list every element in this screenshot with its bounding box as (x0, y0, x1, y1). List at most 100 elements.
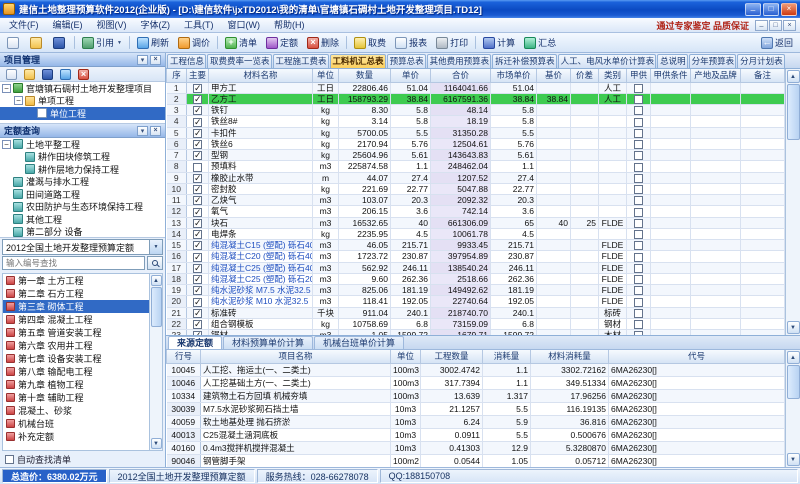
chapter-item[interactable]: 第三章 砌体工程 (3, 300, 149, 313)
sheet-tab[interactable]: 工程信息 (167, 54, 206, 68)
scroll-thumb[interactable] (787, 84, 800, 140)
main-flag-checkbox[interactable] (193, 118, 202, 127)
search-button[interactable] (147, 256, 163, 270)
owner-supply-checkbox[interactable] (634, 106, 643, 115)
chapter-item[interactable]: 第二章 石方工程 (3, 287, 149, 300)
owner-supply-checkbox[interactable] (634, 309, 643, 318)
main-flag-checkbox[interactable] (193, 84, 202, 93)
column-header[interactable]: 基价 (537, 69, 571, 82)
owner-supply-checkbox[interactable] (634, 208, 643, 217)
combo-dropdown-icon[interactable] (149, 240, 162, 254)
material-row[interactable]: 23 锯材 m3 1.05 1599.72 1679.71 1599.72 (167, 330, 785, 336)
source-quota-row[interactable]: 40059 软土地基处理 抛石挤淤 10m3 6.24 5.9 36.816 6… (167, 415, 785, 428)
auto-find-checkbox[interactable] (5, 455, 14, 464)
list-tree-item[interactable]: 耕作层地力保持工程 (0, 163, 165, 176)
column-header[interactable]: 类别 (599, 69, 627, 82)
column-header[interactable]: 甲供条件 (651, 69, 691, 82)
project-tree-item[interactable]: 官塘镇石碉村土地开发整理项目 (0, 82, 165, 95)
material-row[interactable]: 6 铁丝6 kg 2170.94 5.76 12504.61 5.76 (167, 138, 785, 149)
sheet-tab[interactable]: 人工、电风水单价计算表 (558, 54, 657, 68)
mdi-minimize-button[interactable] (755, 20, 768, 31)
toolbar-button[interactable] (217, 36, 218, 49)
owner-supply-checkbox[interactable] (634, 151, 643, 160)
owner-supply-checkbox[interactable] (634, 298, 643, 307)
menu-item[interactable]: 视图(V) (90, 18, 134, 33)
material-row[interactable]: 3 铁钉 kg 8.30 5.8 48.14 5.8 (167, 105, 785, 116)
material-row[interactable]: 19 纯水泥砂浆 M7.5 水泥32.5 m3 825.06 181.19 14… (167, 285, 785, 296)
toolbar-button[interactable] (26, 34, 48, 51)
toolbar-button[interactable]: 计算 (479, 34, 519, 51)
source-quota-row[interactable]: 30039 M7.5水泥砂浆砌石挡土墙 10m3 21.1257 5.5 116… (167, 402, 785, 415)
toolbar-button[interactable]: 调价 (174, 34, 214, 51)
material-row[interactable]: 11 乙炔气 m3 103.07 20.3 2092.32 20.3 (167, 195, 785, 206)
toolbar-button[interactable] (129, 36, 130, 49)
project-tool-button[interactable] (58, 66, 73, 83)
owner-supply-checkbox[interactable] (634, 230, 643, 239)
bottom-tab[interactable]: 机械台班单价计算 (314, 336, 404, 349)
owner-supply-checkbox[interactable] (634, 174, 643, 183)
owner-supply-checkbox[interactable] (634, 118, 643, 127)
material-row[interactable]: 21 标准砖 千块 911.04 240.1 218740.70 240.1 (167, 307, 785, 318)
owner-supply-checkbox[interactable] (634, 264, 643, 273)
owner-supply-checkbox[interactable] (634, 241, 643, 250)
list-tree-item[interactable]: 其他工程 (0, 213, 165, 226)
menu-item[interactable]: 工具(T) (177, 18, 221, 33)
project-tree-item[interactable]: 单项工程 (0, 95, 165, 108)
maximize-button[interactable] (763, 3, 779, 16)
panel-close-icon[interactable] (150, 126, 161, 136)
owner-supply-checkbox[interactable] (634, 84, 643, 93)
panel-close-icon[interactable] (150, 55, 161, 65)
column-header[interactable]: 甲供 (627, 69, 651, 82)
bottom-tab[interactable]: 来源定额 (168, 336, 222, 349)
owner-supply-checkbox[interactable] (634, 320, 643, 329)
material-row[interactable]: 22 组合钢模板 kg 10758.69 6.8 73159.09 6.8 (167, 318, 785, 329)
main-flag-checkbox[interactable] (193, 185, 202, 194)
menu-item[interactable]: 文件(F) (2, 18, 46, 33)
material-row[interactable]: 10 密封胶 kg 221.69 22.77 5047.88 22.77 (167, 183, 785, 194)
toolbar-button[interactable]: 汇总 (520, 34, 560, 51)
column-header[interactable]: 代号 (609, 350, 785, 363)
tree-expander-icon[interactable] (2, 84, 11, 93)
toolbar-button[interactable]: 引用 (78, 34, 126, 51)
chapter-item[interactable]: 第九章 植物工程 (3, 378, 149, 391)
menu-item[interactable]: 帮助(H) (267, 18, 312, 33)
sheet-tab[interactable]: 预算总表 (387, 54, 426, 68)
main-flag-checkbox[interactable] (193, 95, 202, 104)
chapter-item[interactable]: 第一章 土方工程 (3, 274, 149, 287)
column-header[interactable]: 单位 (313, 69, 339, 82)
main-flag-checkbox[interactable] (193, 106, 202, 115)
source-grid-scrollbar[interactable] (785, 350, 800, 467)
panel-pin-icon[interactable] (137, 126, 148, 136)
list-tree-item[interactable]: 土地平整工程 (0, 138, 165, 151)
sheet-tab[interactable]: 其他费用预算表 (427, 54, 492, 68)
material-row[interactable]: 17 纯混凝土C25 (塑配) 砾石40 水泥32.5 m3 562.92 24… (167, 262, 785, 273)
column-header[interactable]: 材料名称 (209, 69, 313, 82)
chapter-scrollbar[interactable] (149, 274, 162, 450)
owner-supply-checkbox[interactable] (634, 129, 643, 138)
chapter-item[interactable]: 第十章 辅助工程 (3, 391, 149, 404)
scroll-up-icon[interactable] (787, 351, 800, 364)
column-header[interactable]: 单位 (391, 350, 421, 363)
tree-expander-icon[interactable] (14, 96, 23, 105)
source-quota-row[interactable]: 40160 0.4m3搅拌机搅拌混凝土 10m3 0.41303 12.9 5.… (167, 441, 785, 454)
main-flag-checkbox[interactable] (193, 174, 202, 183)
owner-supply-checkbox[interactable] (634, 163, 643, 172)
main-flag-checkbox[interactable] (193, 140, 202, 149)
chapter-item[interactable]: 补充定额 (3, 430, 149, 443)
owner-supply-checkbox[interactable] (634, 219, 643, 228)
source-quota-row[interactable]: 10045 人工挖、拖运土(一、二类土) 100m3 3002.4742 1.1… (167, 363, 785, 376)
column-header[interactable]: 单价 (391, 69, 431, 82)
column-header[interactable]: 材料消耗量 (531, 350, 609, 363)
owner-supply-checkbox[interactable] (634, 95, 643, 104)
source-quota-row[interactable]: 10046 人工挖基础土方(一、二类土) 100m3 317.7394 1.1 … (167, 376, 785, 389)
main-flag-checkbox[interactable] (193, 196, 202, 205)
project-tool-button[interactable] (40, 66, 55, 83)
sheet-tab[interactable]: 取费费率一览表 (207, 54, 272, 68)
scroll-down-icon[interactable] (787, 321, 800, 334)
column-header[interactable]: 价差 (571, 69, 599, 82)
sheet-tab[interactable]: 总说明 (657, 54, 688, 68)
column-header[interactable]: 备注 (741, 69, 785, 82)
project-tool-button[interactable] (22, 66, 37, 83)
toolbar-button[interactable] (74, 36, 75, 49)
project-tree-item[interactable]: 单位工程 (0, 107, 165, 120)
